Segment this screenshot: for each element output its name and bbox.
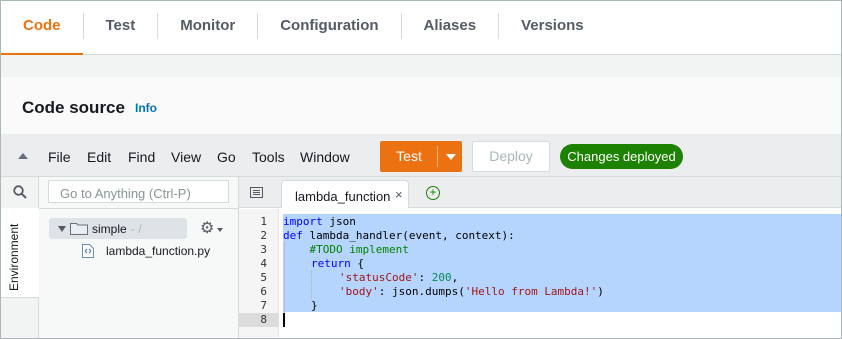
menu-edit[interactable]: Edit	[87, 149, 111, 165]
menu-go[interactable]: Go	[217, 149, 236, 165]
tree-divider	[39, 208, 239, 209]
folder-icon	[70, 223, 88, 235]
code-text: lambda_handler(event, context):	[302, 229, 515, 242]
keyword: return	[311, 257, 351, 270]
code-text: json	[322, 215, 356, 228]
section-gap	[1, 55, 841, 77]
menu-view[interactable]: View	[171, 149, 201, 165]
test-button[interactable]: Test	[380, 141, 462, 172]
tab-configuration[interactable]: Configuration	[258, 1, 400, 55]
code-source-header: Code source Info	[1, 77, 841, 135]
tabs-menu-icon[interactable]	[250, 187, 263, 198]
folder-simple[interactable]: simple - /	[49, 218, 187, 239]
line-number: 2	[260, 229, 267, 242]
gear-icon[interactable]: ⚙	[200, 221, 214, 237]
tab-test[interactable]: Test	[84, 1, 158, 55]
keyword: import	[283, 215, 323, 228]
line-number: 1	[260, 215, 267, 228]
code-text: : json.dumps(	[378, 285, 465, 298]
section-title: Code source	[22, 98, 125, 117]
tab-aliases[interactable]: Aliases	[402, 1, 499, 55]
line-number-active: 8	[239, 313, 279, 327]
chevron-down-icon[interactable]	[217, 228, 223, 232]
goto-anything-input[interactable]	[48, 180, 229, 203]
code-text: )	[597, 285, 604, 298]
expand-arrow-icon[interactable]	[58, 226, 66, 232]
split-divider	[437, 146, 438, 167]
line-number: 4	[260, 257, 267, 270]
test-button-label: Test	[396, 148, 422, 164]
editor-tab-lambda-function[interactable]: lambda_function ×	[281, 180, 409, 208]
close-icon[interactable]: ×	[395, 188, 403, 201]
code-line-5: 'statusCode': 200,	[339, 271, 458, 284]
code-line-6: 'body': json.dumps('Hello from Lambda!')	[339, 285, 604, 298]
string: 'Hello from Lambda!'	[464, 285, 598, 298]
file-name: lambda_function.py	[106, 244, 211, 258]
environment-label: Environment	[7, 223, 21, 291]
code-line-3: #TODO implement	[283, 243, 409, 256]
code-line-7: }	[311, 299, 318, 312]
code-text: ,	[451, 271, 459, 284]
code-text: {	[350, 257, 364, 270]
dropdown-caret-icon[interactable]	[446, 154, 456, 160]
python-file-icon	[82, 244, 94, 258]
line-number: 3	[260, 243, 267, 256]
menu-tools[interactable]: Tools	[252, 149, 285, 165]
folder-path: - /	[131, 222, 142, 236]
menu-find[interactable]: Find	[128, 149, 155, 165]
folder-name: simple	[92, 222, 127, 236]
string: 'statusCode'	[339, 271, 419, 284]
tab-code[interactable]: Code	[1, 1, 83, 55]
menu-file[interactable]: File	[48, 149, 71, 165]
search-icon[interactable]	[13, 185, 27, 199]
deploy-button[interactable]: Deploy	[472, 141, 550, 172]
code-line-2: def lambda_handler(event, context):	[283, 229, 515, 242]
indent-guide	[311, 271, 312, 299]
string: 'body'	[339, 285, 379, 298]
code-text: :	[418, 271, 432, 284]
tab-monitor[interactable]: Monitor	[158, 1, 257, 55]
function-tabs: Code Test Monitor Configuration Aliases …	[1, 1, 841, 55]
add-tab-icon[interactable]: +	[426, 186, 440, 200]
editor-tab-label: lambda_function	[295, 189, 391, 204]
line-number: 6	[260, 285, 267, 298]
line-number: 7	[260, 299, 267, 312]
code-line-1: import json	[283, 215, 356, 228]
keyword: def	[283, 229, 303, 242]
text-cursor	[283, 313, 285, 327]
status-badge: Changes deployed	[560, 144, 683, 169]
line-number: 5	[260, 271, 267, 284]
tab-versions[interactable]: Versions	[499, 1, 606, 55]
info-link[interactable]: Info	[135, 101, 157, 115]
code-line-4: return {	[311, 257, 364, 270]
lambda-console: Code Test Monitor Configuration Aliases …	[0, 0, 842, 339]
collapse-icon[interactable]	[18, 153, 28, 159]
number: 200	[431, 271, 452, 284]
menu-window[interactable]: Window	[300, 149, 350, 165]
